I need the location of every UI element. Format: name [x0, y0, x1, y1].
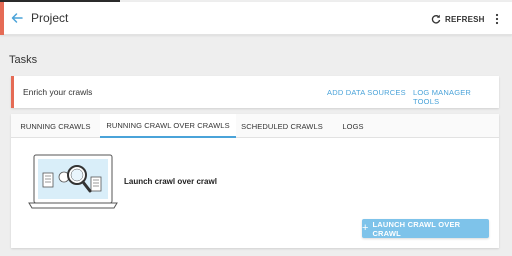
refresh-label: REFRESH: [445, 14, 485, 24]
arrow-left-icon[interactable]: [10, 11, 24, 25]
section-title: Tasks: [9, 54, 38, 66]
launch-crawl-over-crawl-button[interactable]: + LAUNCH CRAWL OVER CRAWL: [362, 219, 489, 238]
add-data-sources-link[interactable]: ADD DATA SOURCES: [327, 88, 406, 97]
tab-running-crawls[interactable]: RUNNING CRAWLS: [11, 114, 100, 138]
page-title: Project: [31, 11, 69, 25]
tasks-card: RUNNING CRAWLS RUNNING CRAWL OVER CRAWLS…: [11, 114, 499, 248]
launch-button-label: LAUNCH CRAWL OVER CRAWL: [372, 219, 461, 238]
tab-running-crawl-over-crawls[interactable]: RUNNING CRAWL OVER CRAWLS: [100, 114, 236, 138]
log-manager-tools-link[interactable]: LOG MANAGER TOOLS: [413, 88, 499, 106]
tab-bar: RUNNING CRAWLS RUNNING CRAWL OVER CRAWLS…: [11, 114, 499, 138]
refresh-icon: [431, 14, 441, 24]
tab-scheduled-crawls[interactable]: SCHEDULED CRAWLS: [236, 114, 328, 138]
app-header: Project REFRESH: [0, 2, 512, 35]
laptop-search-icon: [28, 154, 118, 209]
tab-logs[interactable]: LOGS: [328, 114, 378, 138]
enrich-text: Enrich your crawls: [23, 87, 93, 97]
refresh-button[interactable]: REFRESH: [431, 12, 485, 26]
plus-icon: +: [362, 222, 369, 234]
enrich-banner: Enrich your crawls ADD DATA SOURCES LOG …: [11, 76, 499, 108]
more-vert-icon[interactable]: [494, 13, 500, 25]
header-accent-bar: [0, 2, 4, 35]
launch-heading: Launch crawl over crawl: [124, 177, 217, 186]
